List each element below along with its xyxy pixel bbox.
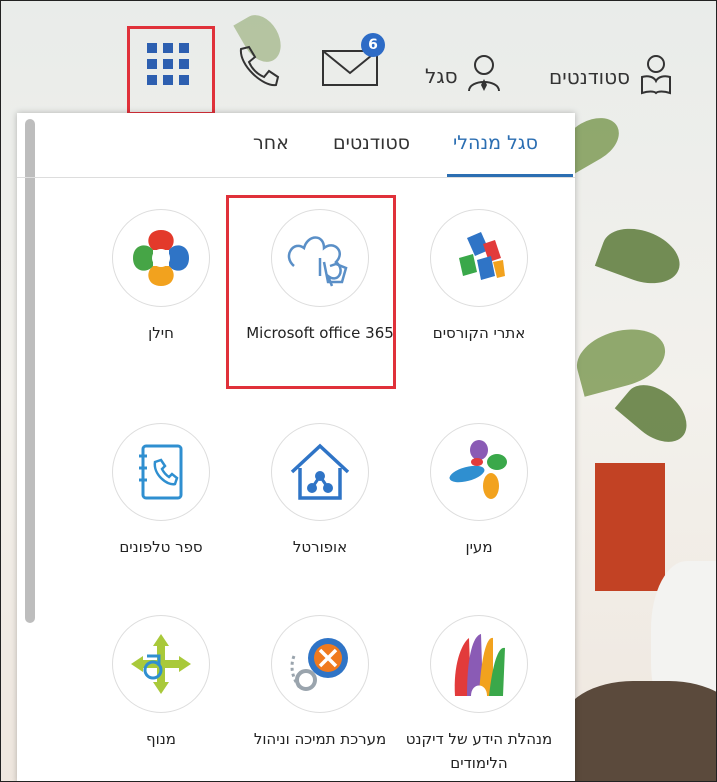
maayan-logo-icon (430, 423, 528, 521)
apps-grid-icon[interactable] (147, 43, 191, 91)
students-menu[interactable]: סטודנטים (549, 53, 674, 100)
student-reading-icon (638, 53, 674, 100)
knowledge-hands-icon (430, 615, 528, 713)
tab-students[interactable]: סטודנטים (329, 132, 414, 154)
app-maayan[interactable]: מעין (399, 423, 559, 559)
phone-icon[interactable] (233, 43, 281, 95)
mail-icon[interactable]: 6 (321, 33, 385, 91)
app-label: אתרי הקורסים (432, 324, 526, 342)
gear-tools-icon (271, 615, 369, 713)
staff-person-icon (466, 53, 502, 98)
app-manof[interactable]: מנוף (81, 615, 241, 751)
app-label: מנוף (146, 730, 176, 748)
office365-highlight-box (226, 195, 396, 389)
app-support-system[interactable]: מערכת תמיכה וניהול (240, 615, 400, 751)
arrows-crane-icon (112, 615, 210, 713)
mail-badge: 6 (361, 33, 385, 57)
apps-panel: סגל מנהלי סטודנטים אחר אתרי הקורסים Micr… (17, 113, 575, 781)
screenshot-frame: 6 סגל סטודנטים סגל מנהלי סטודנטים אחר את… (0, 0, 717, 782)
app-knowledge-management[interactable]: מנהלת הידע של דיקנט הלימודים (399, 615, 559, 775)
app-label: מעין (465, 538, 493, 556)
app-course-sites[interactable]: אתרי הקורסים (399, 209, 559, 345)
app-hilan[interactable]: חילן (81, 209, 241, 345)
app-label: אופורטל (292, 538, 348, 556)
home-network-icon (271, 423, 369, 521)
staff-label: סגל (425, 63, 458, 88)
cat (561, 681, 716, 781)
tab-other[interactable]: אחר (249, 132, 293, 154)
tab-bar: סגל מנהלי סטודנטים אחר (17, 113, 575, 178)
staff-menu[interactable]: סגל (425, 53, 502, 98)
active-tab-underline (447, 174, 573, 177)
app-label: מערכת תמיכה וניהול (253, 730, 387, 748)
app-phone-book[interactable]: ספר טלפונים (81, 423, 241, 559)
plant-pot (595, 463, 665, 591)
hilan-logo-icon (112, 209, 210, 307)
students-label: סטודנטים (549, 64, 631, 89)
app-label: מנהלת הידע של דיקנט הלימודים (405, 730, 553, 772)
tab-admin-staff[interactable]: סגל מנהלי (449, 132, 542, 154)
phonebook-icon (112, 423, 210, 521)
top-bar: 6 סגל סטודנטים (1, 1, 716, 115)
scrollbar[interactable] (25, 119, 35, 623)
app-label: חילן (148, 324, 174, 342)
app-label: ספר טלפונים (119, 538, 203, 556)
cubes-icon (430, 209, 528, 307)
app-oportal[interactable]: אופורטל (240, 423, 400, 559)
